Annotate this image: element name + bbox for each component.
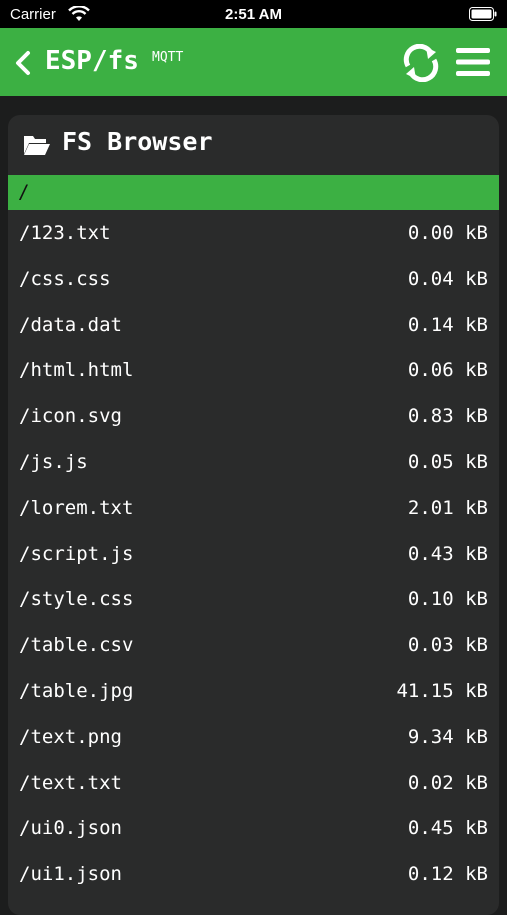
back-chevron-icon[interactable] <box>14 50 32 76</box>
file-size: 0.06 kB <box>407 359 488 382</box>
file-name: /ui0.json <box>19 817 122 840</box>
file-size: 0.03 kB <box>407 634 488 657</box>
file-size: 0.45 kB <box>407 817 488 840</box>
file-row[interactable]: /123.txt 0.00 kB <box>8 210 499 256</box>
file-size: 0.04 kB <box>407 267 488 290</box>
file-name: /css.css <box>19 267 111 290</box>
file-name: /text.png <box>19 725 122 748</box>
file-row[interactable]: /script.js 0.43 kB <box>8 531 499 577</box>
file-row[interactable]: /data.dat 0.14 kB <box>8 302 499 348</box>
file-name: /style.css <box>19 588 134 611</box>
file-size: 0.02 kB <box>407 771 488 794</box>
file-name: /table.csv <box>19 634 134 657</box>
card-header: FS Browser <box>8 115 499 175</box>
file-row[interactable]: /lorem.txt 2.01 kB <box>8 485 499 531</box>
card-title: FS Browser <box>62 127 213 156</box>
file-name: /text.txt <box>19 771 122 794</box>
current-path[interactable]: / <box>8 175 499 210</box>
app-subtitle: MQTT <box>152 50 184 65</box>
file-row[interactable]: /ui0.json 0.45 kB <box>8 806 499 852</box>
file-row[interactable]: /text.txt 0.02 kB <box>8 760 499 806</box>
battery-icon <box>469 7 497 21</box>
refresh-icon[interactable] <box>400 44 442 82</box>
file-name: /table.jpg <box>19 680 134 703</box>
file-size: 0.00 kB <box>407 222 488 244</box>
file-name: /data.dat <box>19 313 122 336</box>
file-size: 0.43 kB <box>407 542 488 565</box>
file-size: 0.05 kB <box>407 451 488 474</box>
status-bar: Carrier 2:51 AM <box>0 0 507 28</box>
file-size: 9.34 kB <box>407 725 488 748</box>
menu-icon[interactable] <box>455 45 491 79</box>
file-row[interactable]: /icon.svg 0.83 kB <box>8 393 499 439</box>
file-row[interactable]: /table.jpg 41.15 kB <box>8 668 499 714</box>
file-row[interactable]: /table.csv 0.03 kB <box>8 622 499 668</box>
file-name: /icon.svg <box>19 405 122 428</box>
file-size: 0.12 kB <box>407 863 488 886</box>
file-name: /ui1.json <box>19 863 122 886</box>
file-name: /js.js <box>19 451 88 474</box>
file-row[interactable]: /style.css 0.10 kB <box>8 577 499 623</box>
file-size: 0.14 kB <box>407 313 488 336</box>
file-name: /lorem.txt <box>19 496 134 519</box>
clock: 2:51 AM <box>225 6 282 23</box>
app-header: ESP/fs MQTT <box>0 28 507 96</box>
folder-open-icon <box>24 136 50 155</box>
app-title: ESP/fs <box>45 46 139 76</box>
fs-browser-card: FS Browser / /123.txt 0.00 kB/css.css 0.04… <box>8 115 499 915</box>
file-name: /123.txt <box>19 222 111 244</box>
file-list: / /123.txt 0.00 kB/css.css 0.04 kB/data.da… <box>8 175 499 897</box>
file-size: 2.01 kB <box>407 496 488 519</box>
file-row[interactable]: /ui1.json 0.12 kB <box>8 851 499 897</box>
file-size: 41.15 kB <box>396 680 488 703</box>
file-name: /html.html <box>19 359 134 382</box>
file-row[interactable]: /css.css 0.04 kB <box>8 256 499 302</box>
file-size: 0.83 kB <box>407 405 488 428</box>
file-name: /script.js <box>19 542 134 565</box>
file-size: 0.10 kB <box>407 588 488 611</box>
file-row[interactable]: /text.png 9.34 kB <box>8 714 499 760</box>
file-row[interactable]: /js.js 0.05 kB <box>8 439 499 485</box>
file-row[interactable]: /html.html 0.06 kB <box>8 348 499 394</box>
